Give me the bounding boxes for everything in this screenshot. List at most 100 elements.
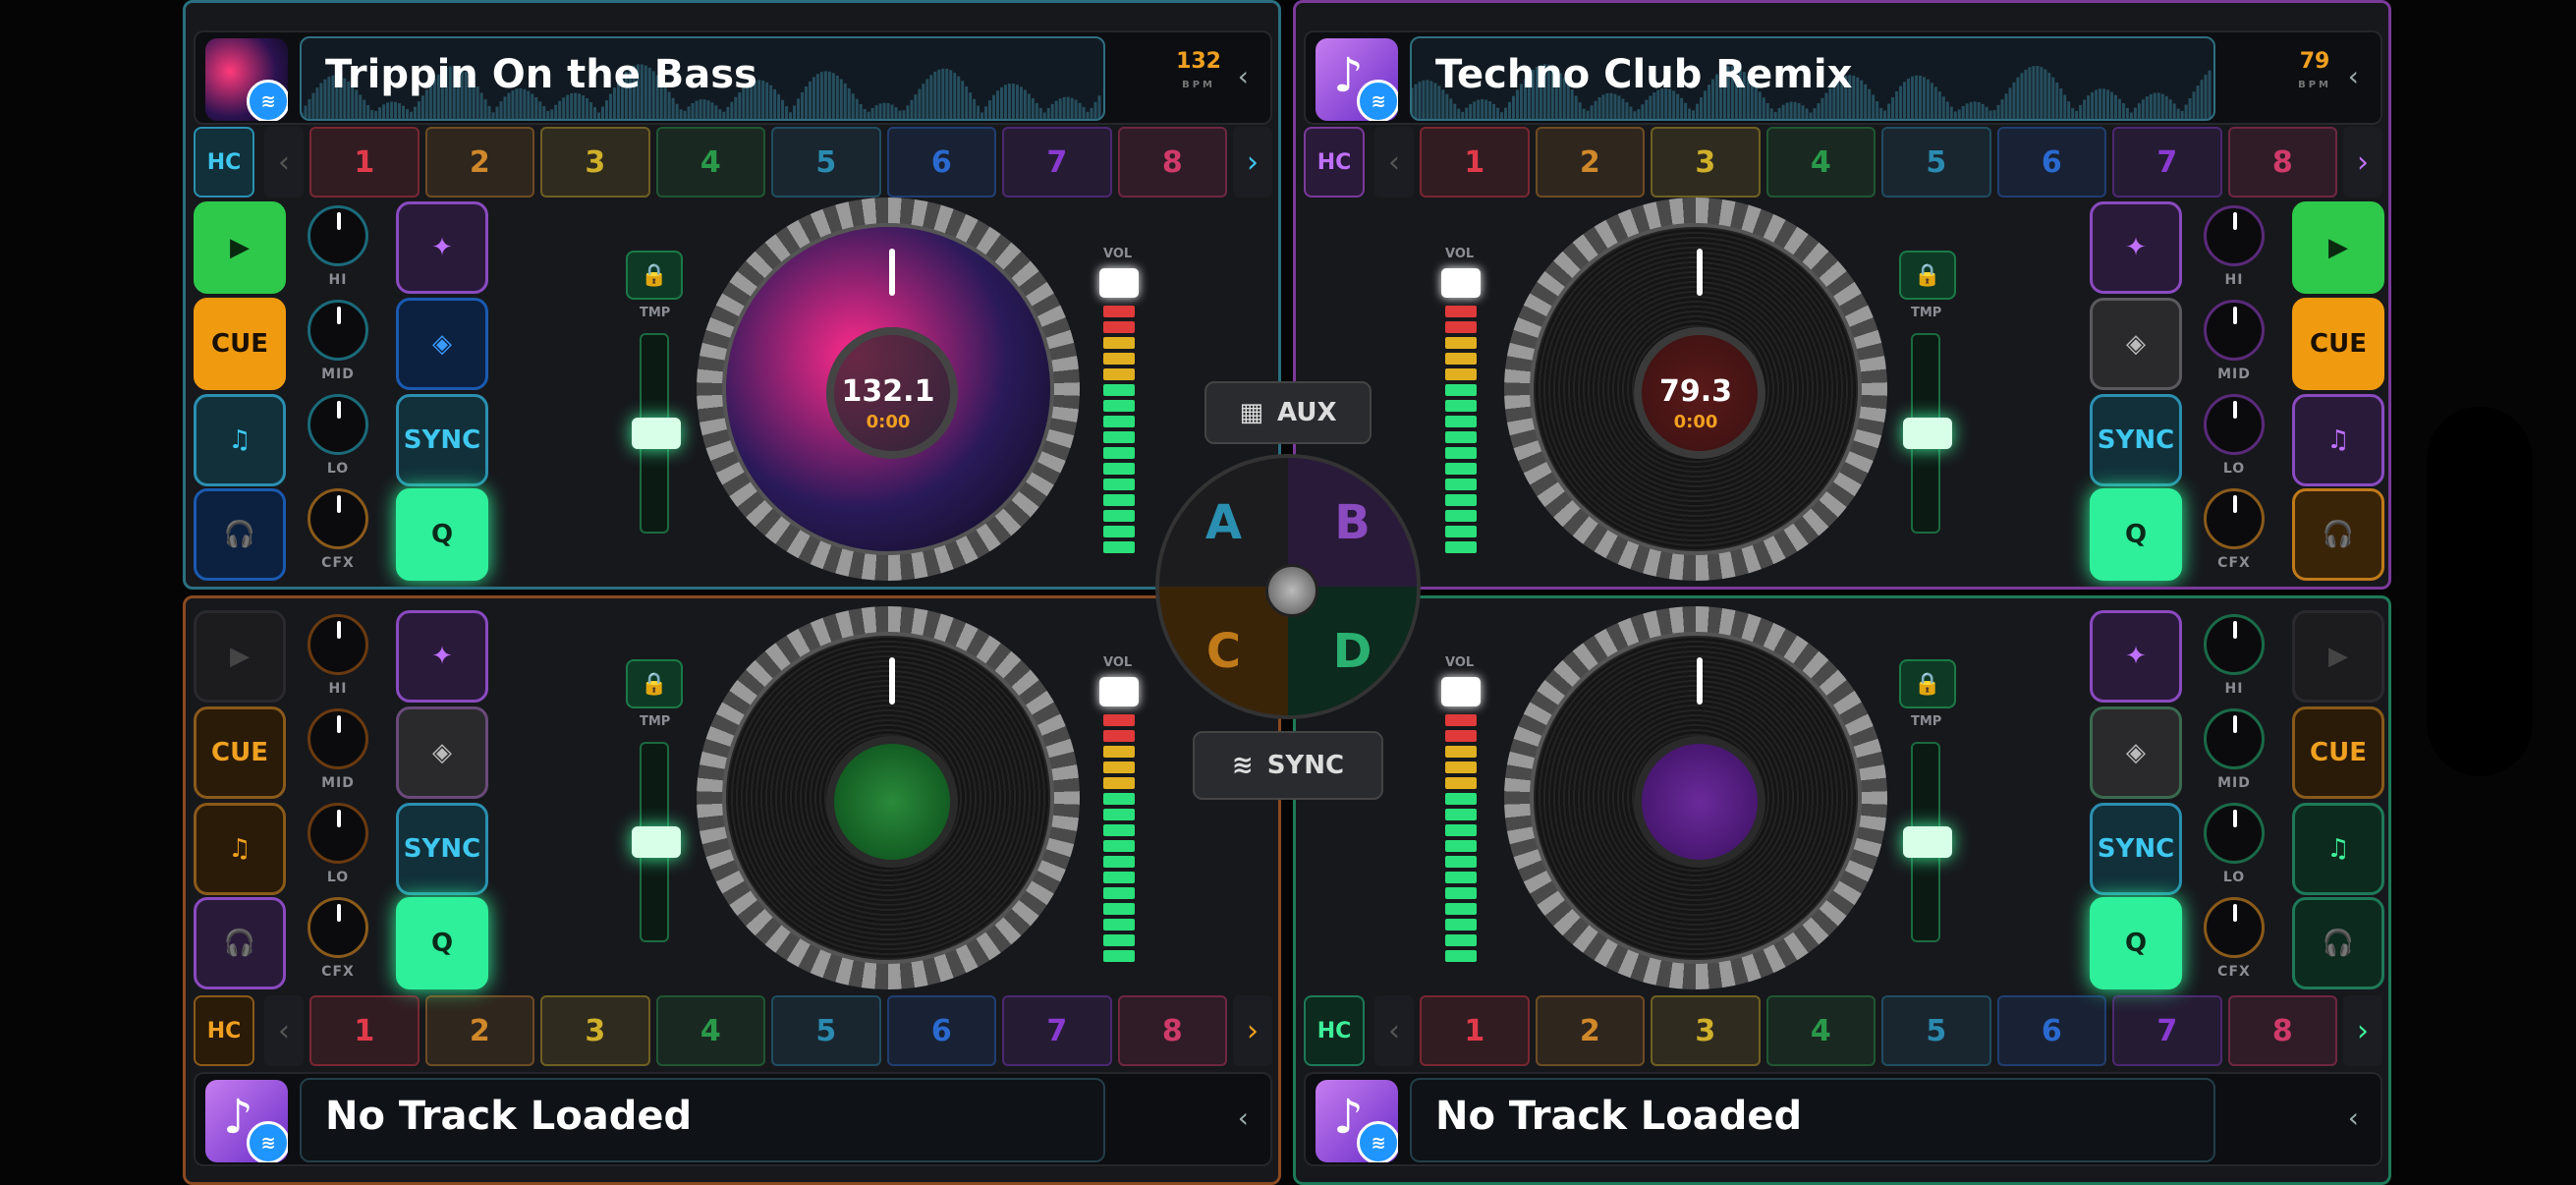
deck-d-vinyl[interactable] [1530, 632, 1862, 964]
side-handle[interactable] [2427, 407, 2533, 776]
deck-a-sync-button[interactable]: SYNC [396, 394, 488, 486]
chevron-left-icon[interactable]: ‹ [2348, 60, 2359, 92]
deck-a-title-box[interactable]: Trippin On the Bass [300, 36, 1105, 121]
chevron-left-icon[interactable]: ‹ [264, 127, 304, 198]
hotcue-pad-8[interactable]: 8 [2227, 127, 2337, 198]
deck-c-hc-button[interactable]: HC [194, 995, 254, 1066]
volume-handle[interactable] [1099, 268, 1139, 298]
deck-a-q-button[interactable]: Q [396, 488, 488, 581]
chevron-right-icon[interactable]: › [1233, 995, 1272, 1066]
chevron-left-icon[interactable]: ‹ [1238, 60, 1249, 92]
master-sync-button[interactable]: ≋ SYNC [1193, 731, 1383, 800]
deck-d-sync-button[interactable]: SYNC [2090, 803, 2182, 895]
chevron-left-icon[interactable]: ‹ [264, 995, 304, 1066]
deck-b-platter[interactable]: 79.3 0:00 [1504, 198, 1887, 581]
deck-c-knob-hi[interactable] [308, 614, 368, 675]
deck-c-tempo-handle[interactable] [632, 826, 681, 858]
deck-c-play-button[interactable]: ▶ [194, 610, 286, 703]
deck-b-q-button[interactable]: Q [2090, 488, 2182, 581]
hotcue-pad-4[interactable]: 4 [1765, 995, 1876, 1066]
volume-handle[interactable] [1441, 677, 1481, 706]
deck-b-track-bar[interactable]: ♪ ≋ Techno Club Remix 79 BPM ‹ [1304, 30, 2382, 125]
deck-c-knob-lo[interactable] [308, 803, 368, 864]
deck-a-hc-button[interactable]: HC [194, 127, 254, 198]
deck-a-knob-cfx[interactable] [308, 488, 368, 549]
deck-a-cue-button[interactable]: CUE [194, 298, 286, 390]
deck-b-album-art[interactable]: ♪ ≋ [1316, 38, 1398, 121]
deck-d-play-button[interactable]: ▶ [2292, 610, 2384, 703]
hotcue-pad-6[interactable]: 6 [886, 127, 996, 198]
deck-b-tempo-fader[interactable] [1903, 333, 1952, 534]
deck-d-cue-button[interactable]: CUE [2292, 706, 2384, 799]
deck-a-volume-meter[interactable] [1099, 268, 1139, 559]
deck-d-knob-hi[interactable] [2204, 614, 2265, 675]
hotcue-pad-8[interactable]: 8 [1117, 127, 1227, 198]
hotcue-pad-3[interactable]: 3 [1651, 127, 1761, 198]
deck-c-cue-button[interactable]: CUE [194, 706, 286, 799]
chevron-right-icon[interactable]: › [1233, 127, 1272, 198]
deck-a-platter[interactable]: 132.1 0:00 [697, 198, 1080, 581]
deck-a-tempo-handle[interactable] [632, 418, 681, 449]
chevron-left-icon[interactable]: ‹ [1238, 1101, 1249, 1134]
deck-d-platter[interactable] [1504, 606, 1887, 989]
deck-d-track-bar[interactable]: ♪ ≋ No Track Loaded ‹ [1304, 1072, 2382, 1166]
deck-d-album-art[interactable]: ♪ ≋ [1316, 1080, 1398, 1162]
deck-b-knob-hi[interactable] [2204, 205, 2265, 266]
deck-b-headphones-button[interactable]: 🎧 [2292, 488, 2384, 581]
deck-c-platter[interactable] [697, 606, 1080, 989]
hotcue-pad-1[interactable]: 1 [1420, 995, 1530, 1066]
deck-b-knob-lo[interactable] [2204, 394, 2265, 455]
hotcue-pad-6[interactable]: 6 [1996, 127, 2106, 198]
deck-b-playlist-button[interactable]: ♫ [2292, 394, 2384, 486]
deck-c-knob-cfx[interactable] [308, 897, 368, 958]
hotcue-pad-6[interactable]: 6 [886, 995, 996, 1066]
hotcue-pad-1[interactable]: 1 [309, 127, 420, 198]
deck-b-knob-mid[interactable] [2204, 300, 2265, 361]
deck-a-play-button[interactable]: ▶ [194, 201, 286, 294]
deck-c-title-box[interactable]: No Track Loaded [300, 1078, 1105, 1162]
hotcue-pad-6[interactable]: 6 [1996, 995, 2106, 1066]
hotcue-pad-7[interactable]: 7 [1002, 127, 1112, 198]
deck-c-lock-button[interactable]: 🔒 [626, 659, 683, 708]
deck-d-layers-button[interactable]: ◈ [2090, 706, 2182, 799]
hotcue-pad-8[interactable]: 8 [2227, 995, 2337, 1066]
deck-d-tempo-handle[interactable] [1903, 826, 1952, 858]
hotcue-pad-7[interactable]: 7 [1002, 995, 1112, 1066]
hotcue-pad-4[interactable]: 4 [1765, 127, 1876, 198]
chevron-right-icon[interactable]: › [2343, 995, 2382, 1066]
hotcue-pad-2[interactable]: 2 [424, 127, 534, 198]
deck-b-vinyl[interactable]: 79.3 0:00 [1530, 223, 1862, 555]
hotcue-pad-3[interactable]: 3 [540, 995, 650, 1066]
deck-d-headphones-button[interactable]: 🎧 [2292, 897, 2384, 989]
deck-select-b[interactable]: B [1288, 458, 1417, 587]
deck-a-effects-button[interactable]: ✦ [396, 201, 488, 294]
chevron-left-icon[interactable]: ‹ [1374, 995, 1414, 1066]
hotcue-pad-1[interactable]: 1 [1420, 127, 1530, 198]
deck-d-knob-mid[interactable] [2204, 708, 2265, 769]
deck-c-track-bar[interactable]: ♪ ≋ No Track Loaded ‹ [194, 1072, 1272, 1166]
hotcue-pad-7[interactable]: 7 [2112, 995, 2222, 1066]
hotcue-pad-4[interactable]: 4 [655, 995, 765, 1066]
deck-b-cue-button[interactable]: CUE [2292, 298, 2384, 390]
deck-a-layers-button[interactable]: ◈ [396, 298, 488, 390]
deck-c-vinyl[interactable] [722, 632, 1054, 964]
chevron-right-icon[interactable]: › [2343, 127, 2382, 198]
deck-c-layers-button[interactable]: ◈ [396, 706, 488, 799]
deck-a-vinyl[interactable]: 132.1 0:00 [722, 223, 1054, 555]
deck-d-playlist-button[interactable]: ♫ [2292, 803, 2384, 895]
hotcue-pad-5[interactable]: 5 [1881, 127, 1991, 198]
deck-c-knob-mid[interactable] [308, 708, 368, 769]
deck-selector[interactable]: A B C D [1155, 454, 1421, 719]
hotcue-pad-2[interactable]: 2 [1535, 127, 1645, 198]
deck-a-knob-mid[interactable] [308, 300, 368, 361]
deck-c-volume-meter[interactable] [1099, 677, 1139, 968]
hotcue-pad-2[interactable]: 2 [1535, 995, 1645, 1066]
deck-a-lock-button[interactable]: 🔒 [626, 251, 683, 300]
deck-b-tempo-handle[interactable] [1903, 418, 1952, 449]
volume-handle[interactable] [1441, 268, 1481, 298]
deck-a-album-art[interactable]: ≋ [205, 38, 288, 121]
deck-select-a[interactable]: A [1159, 458, 1288, 587]
hotcue-pad-8[interactable]: 8 [1117, 995, 1227, 1066]
deck-b-volume-meter[interactable] [1441, 268, 1481, 559]
hotcue-pad-3[interactable]: 3 [1651, 995, 1761, 1066]
